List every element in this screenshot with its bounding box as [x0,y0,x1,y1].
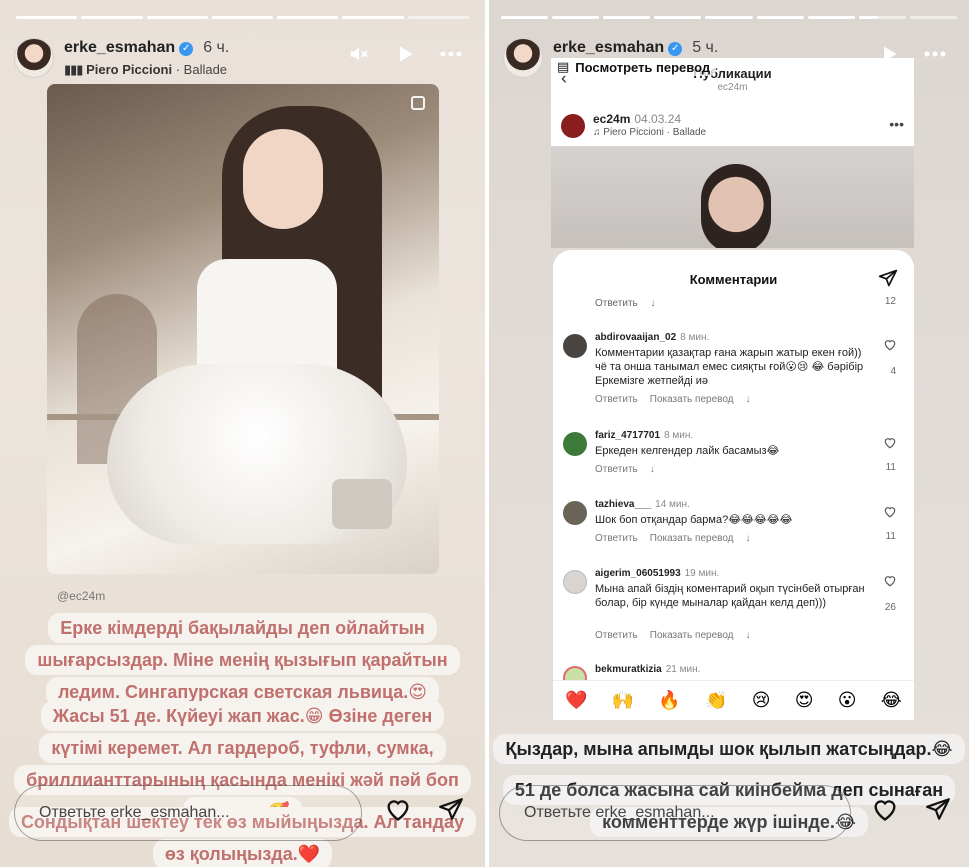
comment-like-count: 26 [884,602,896,613]
caption-line: өз қолыңызда.❤️ [152,839,333,867]
heart-icon [882,436,898,454]
share-icon[interactable] [438,796,464,827]
story-username[interactable]: erke_esmahan ✓ 6 ч. [64,39,229,57]
reply-placeholder: Ответьте erke_esmahan... [39,804,230,821]
share-icon[interactable] [925,796,951,827]
comments-title: Комментарии [689,272,778,287]
inner-subtitle: ec24m [717,82,748,93]
post-avatar [561,114,585,138]
comment-like-count: 11 [885,462,896,473]
caption-line: Ерке кімдерді бақылайды деп ойлайтын [48,613,437,643]
comment-actions: Ответить ↓ [595,464,655,475]
more-options-icon: ••• [889,116,904,132]
comment-actions: Ответить Показать перевод ↓ [595,630,751,641]
comments-sheet: Комментарии Ответить ↓ 12 abdirovaaijan_… [553,250,914,720]
comment-actions: Ответить Показать перевод ↓ [595,533,751,544]
story-actions [384,796,464,827]
story-time: 5 ч. [692,39,719,56]
story-actions [871,796,951,827]
comment-like-count: 11 [885,531,896,542]
verified-badge-icon: ✓ [179,42,194,56]
reply-input[interactable]: Ответьте erke_esmahan... [14,785,362,841]
mute-icon[interactable] [347,42,371,66]
comment-item: tazhieva___ 14 мин. Шок боп отқандар барм… [563,499,904,549]
reply-placeholder: Ответьте erke_esmahan... [524,804,715,821]
comment-item: abdirovaaijan_02 8 мин. Комментарии қазақ… [563,332,904,412]
heart-icon[interactable] [384,796,412,827]
avatar[interactable] [503,38,543,78]
see-translation-button[interactable]: ▤ Посмотреть перевод [551,58,717,76]
emoji-laugh: 😂 [880,690,902,710]
more-options-icon[interactable] [439,42,463,66]
comment-username: fariz_4717701 8 мин. [595,430,694,441]
comment-avatar [563,570,587,594]
emoji-raised-hands: 🙌 [611,690,635,710]
emoji-heart-eyes: 😍 [794,690,814,710]
caption-block-1: Ерке кімдерді бақылайды деп ойлайтын шығ… [0,612,485,708]
story-header: erke_esmahan ✓ 6 ч. ▮▮▮ Piero Piccioni · B… [14,36,471,80]
music-artist: Piero Piccioni [86,62,173,77]
stories-viewer: erke_esmahan ✓ 6 ч. ▮▮▮ Piero Piccioni · B… [0,0,969,867]
more-options-icon[interactable] [923,42,947,66]
comment-avatar [563,334,587,358]
comment-avatar [563,432,587,456]
story-username[interactable]: erke_esmahan ✓ 5 ч. [553,39,718,57]
embedded-screenshot: ‹ Публикации ec24m ec24m 04.03.24 ♫ Piero… [551,58,914,248]
comment-text: Мына апай біздің коментарий оқып түсінбе… [595,583,865,609]
multi-post-icon [411,96,425,110]
comment-avatar [563,501,587,525]
emoji-cry: 😢 [751,690,771,710]
emoji-clap: 👏 [705,690,728,710]
comment-like-count: 12 [884,296,896,307]
emoji-fire: 🔥 [658,690,681,710]
emoji-surprised: 😮 [837,690,857,710]
heart-icon[interactable] [871,796,899,827]
emoji-heart: ❤️ [565,690,588,710]
emoji-reaction-bar: ❤️ 🙌 🔥 👏 😢 😍 😮 😂 [553,680,914,720]
comment-item: aigerim_06051993 19 мин. Мына апай біздің… [563,568,904,646]
story-left[interactable]: erke_esmahan ✓ 6 ч. ▮▮▮ Piero Piccioni · B… [0,0,485,867]
caption-line: шығарсыздар. Міне менің қызығып қарайтын [25,645,460,675]
verified-badge-icon: ✓ [668,42,683,56]
heart-icon [882,574,898,592]
comment-username: tazhieva___ 14 мин. [595,499,690,510]
comment-text: Еркеден келгендер лайк басамыз😂 [595,445,780,457]
post-image [551,146,914,248]
post-date: 04.03.24 [634,112,682,126]
comment-text: Комментарии қазақтар ғана жарып жатыр ек… [595,347,864,387]
post-music: ♫ Piero Piccioni · Ballade [593,127,707,138]
avatar[interactable] [14,38,54,78]
play-icon[interactable] [393,42,417,66]
post-username: ec24m 04.03.24 [593,112,682,126]
translate-icon: ▤ [557,59,570,74]
reply-input[interactable]: Ответьте erke_esmahan... [499,785,851,841]
story-photo[interactable] [47,84,439,574]
story-progress-bar [501,16,957,19]
comment-item: fariz_4717701 8 мин. Еркеден келгендер ла… [563,430,904,480]
comment-text: Шок боп отқандар барма?😂😂😂😂😂 [595,514,793,526]
comment-username: abdirovaaijan_02 8 мин. [595,332,710,343]
heart-icon [882,338,898,356]
mention-tag[interactable]: @ec24m [57,589,105,603]
music-info[interactable]: ▮▮▮ Piero Piccioni · Ballade [64,62,227,78]
story-progress-bar [16,16,469,19]
caption-line: Қыздар, мына апымды шок қылып жатсыңдар.… [493,734,965,764]
send-icon [878,268,898,293]
music-bars-icon: ▮▮▮ [64,62,83,77]
comment-reply-link: Ответить ↓ [595,298,656,309]
translate-label: Посмотреть перевод [575,59,711,75]
heart-icon [882,505,898,523]
comment-username: aigerim_06051993 19 мин. [595,568,720,579]
story-right[interactable]: erke_esmahan ✓ 5 ч. ‹ Публикации ec24m ec2… [489,0,969,867]
music-separator: · [175,62,181,77]
music-track: Ballade [183,62,228,77]
caption-line: Жасы 51 де. Күйеуі жап жас.😁 Өзіне деген [40,701,445,731]
comment-actions: Ответить Показать перевод ↓ [595,394,751,405]
story-controls [347,42,463,66]
caption-block-1: Қыздар, мына апымды шок қылып жатсыңдар.… [489,733,969,765]
story-time: 6 ч. [203,39,230,56]
comment-username: bekmuratkizia 21 мин. [595,664,701,675]
caption-line: күтімі керемет. Ал гардероб, туфли, сумк… [39,733,446,763]
comment-like-count: 4 [890,366,896,377]
